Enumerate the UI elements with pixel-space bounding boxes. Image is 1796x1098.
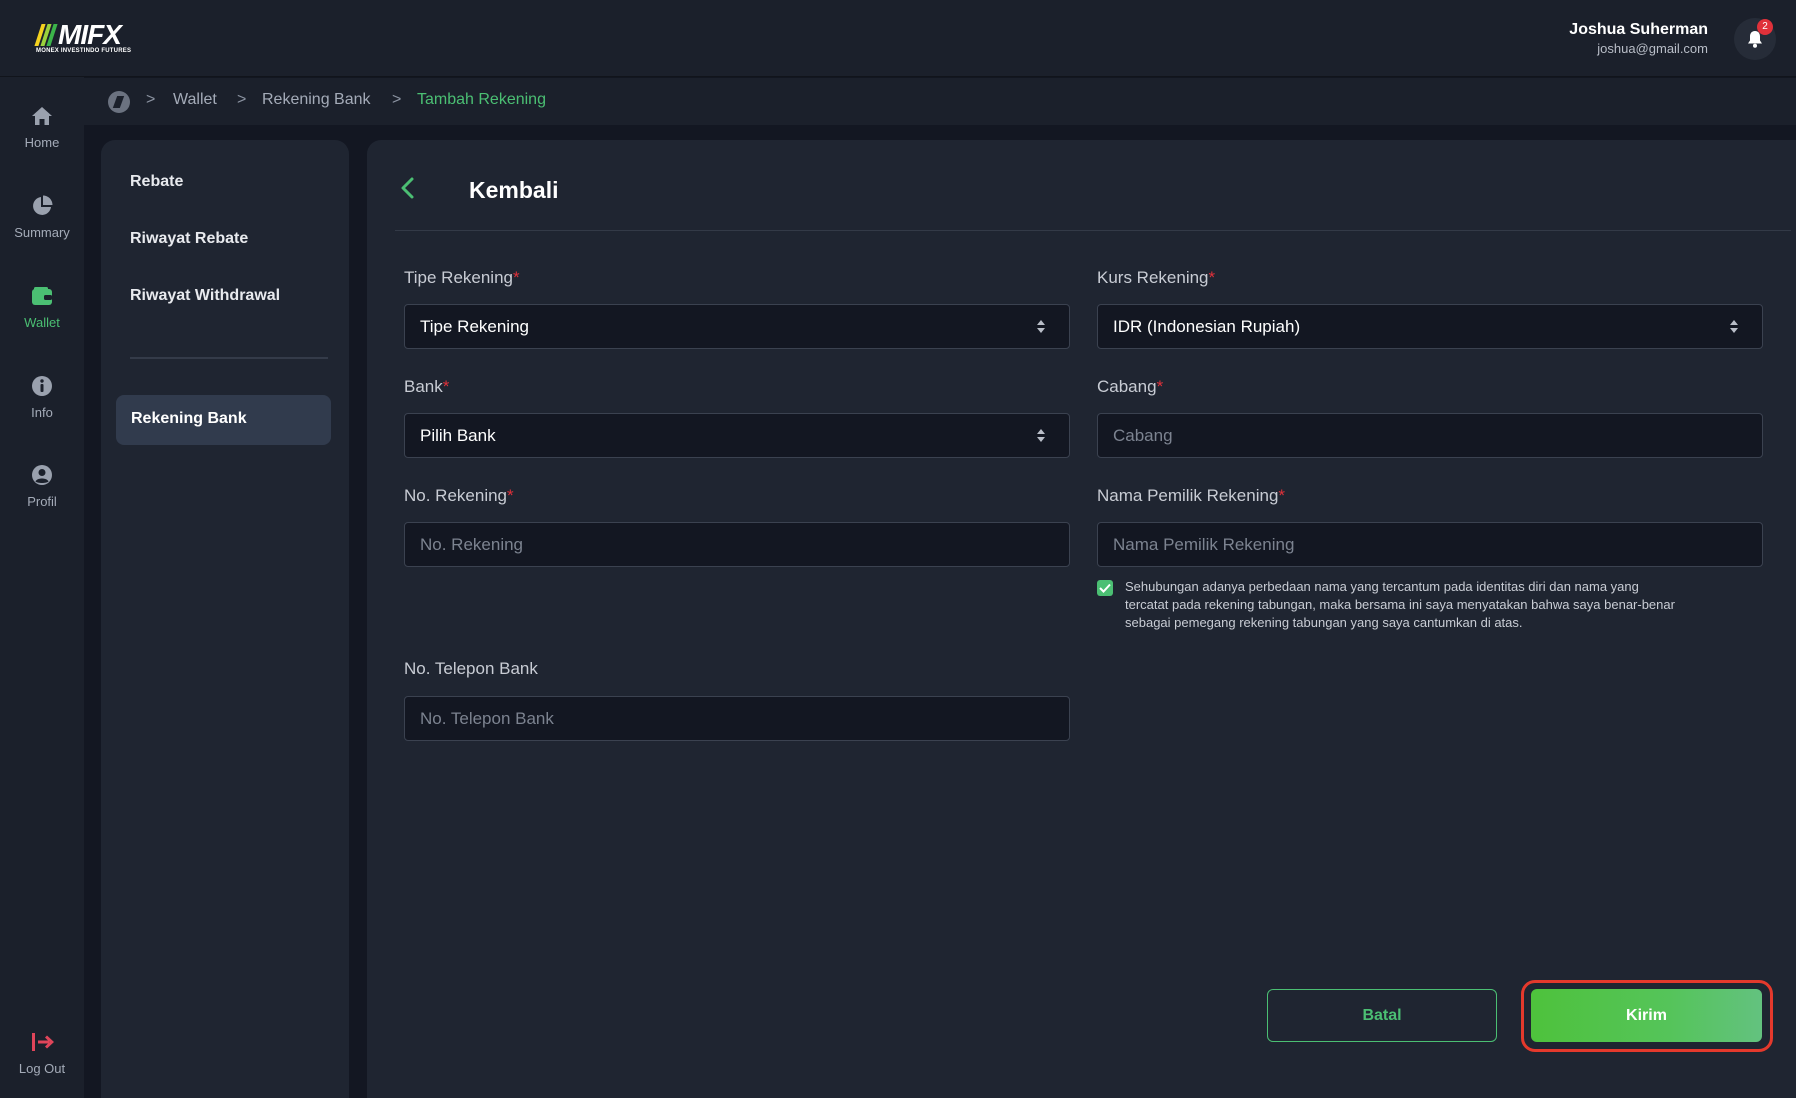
info-icon: [32, 376, 52, 396]
notification-button[interactable]: 2: [1734, 18, 1776, 60]
nav-label-info: Info: [31, 405, 53, 420]
cabang-input[interactable]: [1098, 414, 1762, 457]
submenu-divider: [130, 357, 328, 359]
chevron-left-icon: [401, 177, 414, 199]
nav-label-profil: Profil: [27, 494, 57, 509]
nav-item-profil[interactable]: Profil: [0, 454, 84, 524]
bank-select[interactable]: Pilih Bank: [404, 413, 1070, 458]
logo-wordmark: MIFX: [58, 19, 122, 50]
wallet-icon: [32, 287, 52, 305]
nav-item-summary[interactable]: Summary: [0, 185, 84, 255]
user-info[interactable]: Joshua Suherman joshua@gmail.com: [1569, 20, 1708, 57]
top-bar: MIFX MONEX INVESTINDO FUTURES Joshua Suh…: [0, 0, 1796, 77]
kurs-rekening-select[interactable]: IDR (Indonesian Rupiah): [1097, 304, 1763, 349]
submenu-item-riwayat-withdrawal[interactable]: Riwayat Withdrawal: [130, 287, 280, 305]
consent-text: Sehubungan adanya perbedaan nama yang te…: [1125, 579, 1675, 630]
check-icon: [1099, 583, 1111, 593]
select-arrows-icon: [1730, 320, 1738, 334]
bank-label: Bank*: [404, 377, 450, 396]
left-nav: Home Summary Wallet Info Profil Log Out: [0, 77, 84, 1098]
breadcrumb-separator: >: [146, 91, 156, 108]
nama-pemilik-label: Nama Pemilik Rekening*: [1097, 486, 1286, 505]
user-name: Joshua Suherman: [1569, 21, 1708, 38]
home-icon: [32, 107, 52, 125]
header-divider: [395, 230, 1791, 231]
no-telepon-label: No. Telepon Bank: [404, 659, 538, 678]
no-telepon-field[interactable]: [404, 696, 1070, 741]
no-rekening-label: No. Rekening*: [404, 486, 514, 505]
kurs-rekening-label: Kurs Rekening*: [1097, 268, 1216, 287]
kurs-rekening-value: IDR (Indonesian Rupiah): [1113, 317, 1301, 336]
cabang-label: Cabang*: [1097, 377, 1164, 396]
no-telepon-input[interactable]: [405, 697, 1069, 740]
logout-button[interactable]: Log Out: [0, 1021, 84, 1091]
no-rekening-field[interactable]: [404, 522, 1070, 567]
submenu-item-rekening-bank[interactable]: Rekening Bank: [116, 395, 331, 445]
bank-value: Pilih Bank: [420, 426, 496, 445]
logout-icon: [32, 1033, 54, 1051]
submenu-item-riwayat-rebate[interactable]: Riwayat Rebate: [130, 230, 248, 248]
nama-pemilik-input[interactable]: [1098, 523, 1762, 566]
breadcrumb-separator: >: [392, 91, 402, 108]
breadcrumb-wallet[interactable]: Wallet: [173, 91, 217, 109]
tipe-rekening-label: Tipe Rekening*: [404, 268, 520, 287]
submenu-item-rebate[interactable]: Rebate: [130, 173, 183, 191]
breadcrumb-tambah-rekening: Tambah Rekening: [417, 91, 546, 108]
nav-label-home: Home: [24, 135, 60, 150]
submit-button[interactable]: Kirim: [1531, 989, 1762, 1042]
breadcrumb-home-icon[interactable]: [108, 91, 130, 113]
logout-label: Log Out: [18, 1061, 66, 1076]
logo-stripes-icon: [34, 24, 58, 46]
nav-label-wallet: Wallet: [24, 315, 60, 330]
nav-label-summary: Summary: [14, 225, 70, 240]
nav-item-wallet[interactable]: Wallet: [0, 275, 84, 345]
consent-checkbox[interactable]: [1097, 580, 1113, 596]
select-arrows-icon: [1037, 429, 1045, 443]
logo-subtitle: MONEX INVESTINDO FUTURES: [36, 48, 132, 54]
no-rekening-input[interactable]: [405, 523, 1069, 566]
nav-item-home[interactable]: Home: [0, 95, 84, 165]
breadcrumb: > Wallet > Rekening Bank > Tambah Rekeni…: [84, 77, 1796, 125]
tipe-rekening-select[interactable]: Tipe Rekening: [404, 304, 1070, 349]
breadcrumb-rekening-bank[interactable]: Rekening Bank: [262, 91, 371, 109]
submenu-item-label: Rekening Bank: [131, 410, 247, 427]
user-email: joshua@gmail.com: [1597, 41, 1708, 56]
nav-item-info[interactable]: Info: [0, 365, 84, 435]
select-arrows-icon: [1037, 320, 1045, 334]
breadcrumb-separator: >: [237, 91, 247, 108]
cancel-button[interactable]: Batal: [1267, 989, 1497, 1042]
cabang-field[interactable]: [1097, 413, 1763, 458]
tipe-rekening-value: Tipe Rekening: [420, 317, 529, 336]
nama-pemilik-field[interactable]: [1097, 522, 1763, 567]
mifx-logo[interactable]: MIFX MONEX INVESTINDO FUTURES: [34, 19, 138, 56]
add-account-form: Kembali Tipe Rekening* Tipe Rekening Kur…: [367, 140, 1796, 1098]
pie-chart-icon: [33, 195, 53, 215]
profile-icon: [32, 465, 52, 485]
back-label: Kembali: [469, 177, 559, 203]
wallet-submenu: Rebate Riwayat Rebate Riwayat Withdrawal…: [101, 140, 349, 1098]
notification-badge: 2: [1757, 19, 1773, 35]
